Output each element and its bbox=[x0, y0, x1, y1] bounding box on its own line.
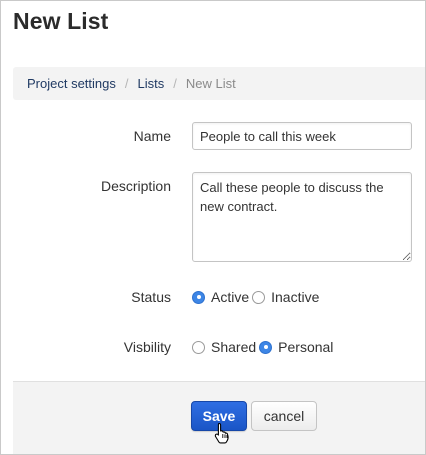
breadcrumb-separator: / bbox=[173, 76, 177, 91]
page-title: New List bbox=[13, 8, 109, 34]
visibility-label: Visbility bbox=[123, 339, 171, 355]
visibility-personal-radio[interactable] bbox=[259, 340, 273, 354]
name-input[interactable] bbox=[192, 122, 412, 150]
breadcrumb: Project settings / Lists / New List bbox=[13, 67, 425, 100]
breadcrumb-lists[interactable]: Lists bbox=[138, 76, 165, 91]
visibility-shared-label[interactable]: Shared bbox=[211, 339, 256, 355]
status-label: Status bbox=[131, 289, 171, 305]
hand-pointer-icon bbox=[214, 422, 229, 444]
breadcrumb-project-settings[interactable]: Project settings bbox=[27, 76, 116, 91]
visibility-radio-group: Shared Personal bbox=[192, 339, 336, 355]
status-active-radio[interactable] bbox=[192, 290, 205, 304]
name-label: Name bbox=[133, 128, 171, 144]
breadcrumb-current: New List bbox=[185, 76, 236, 91]
visibility-shared-radio[interactable] bbox=[192, 340, 205, 354]
status-inactive-radio[interactable] bbox=[252, 290, 266, 304]
status-radio-group: Active Inactive bbox=[192, 289, 322, 305]
status-active-label[interactable]: Active bbox=[211, 289, 249, 305]
description-textarea[interactable]: Call these people to discuss the new con… bbox=[192, 172, 412, 262]
description-label: Description bbox=[100, 178, 171, 194]
visibility-personal-label[interactable]: Personal bbox=[278, 339, 333, 355]
cancel-button[interactable]: cancel bbox=[251, 401, 317, 431]
new-list-page: New List Project settings / Lists / New … bbox=[0, 0, 426, 455]
breadcrumb-separator: / bbox=[124, 76, 129, 91]
status-inactive-label[interactable]: Inactive bbox=[271, 289, 319, 305]
